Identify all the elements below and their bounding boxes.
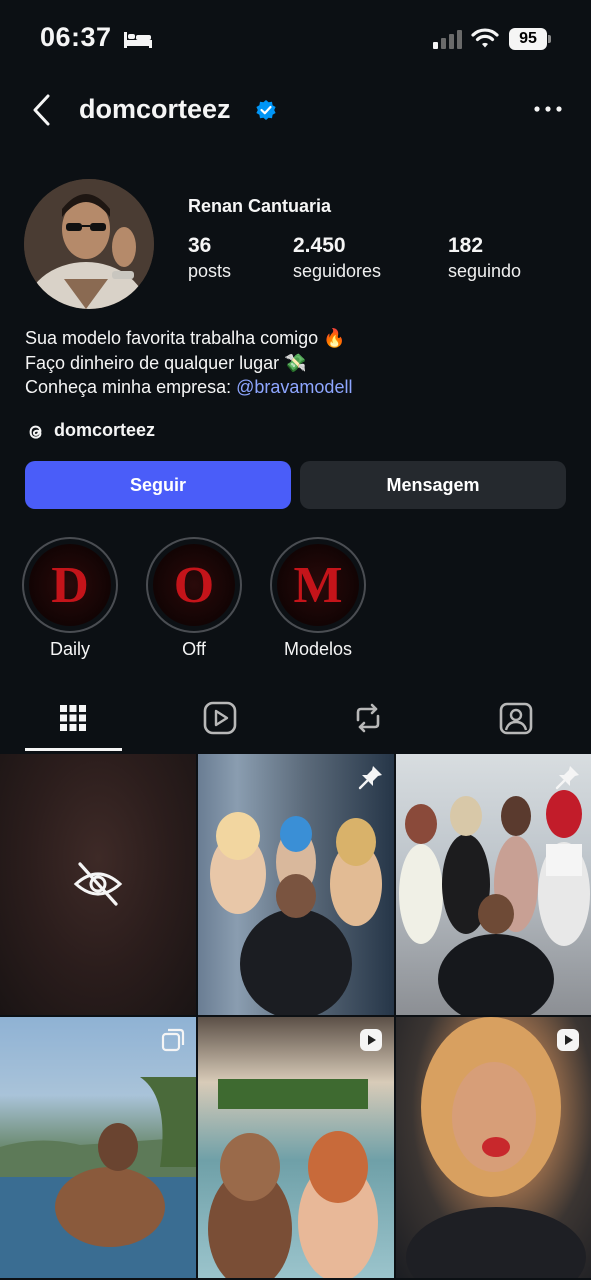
highlight-label: Modelos — [283, 639, 353, 659]
highlight-daily[interactable]: D Daily — [21, 537, 119, 660]
threads-icon — [29, 425, 42, 439]
stat-value: 36 — [188, 234, 212, 257]
wifi-icon — [471, 28, 499, 48]
stat-label: seguindo — [448, 261, 522, 281]
bio-link-prefix: Conheça minha empresa: — [25, 377, 237, 397]
verified-badge-icon — [256, 100, 276, 120]
highlight-ring: D — [22, 537, 118, 633]
highlight-ring: M — [270, 537, 366, 633]
active-tab-indicator — [25, 748, 122, 751]
stat-value: 2.450 — [293, 234, 346, 257]
back-arrow-icon[interactable] — [30, 93, 54, 127]
tagged-icon[interactable] — [498, 700, 534, 736]
highlight-label: Daily — [49, 639, 90, 659]
bio-line: Faço dinheiro de qualquer lugar 💸 — [25, 352, 307, 373]
bio-line: Conheça minha empresa: @bravamodell — [25, 375, 352, 400]
highlight-label: Off — [182, 639, 206, 659]
stat-value: 182 — [448, 234, 484, 257]
highlight-cover: O — [153, 544, 235, 626]
bed-icon — [124, 32, 152, 48]
message-button[interactable]: Mensagem — [300, 461, 566, 509]
cellular-signal-icon — [433, 30, 462, 49]
post-tile[interactable] — [396, 1017, 591, 1278]
post-tile[interactable] — [198, 754, 394, 1015]
status-time: 06:37 — [40, 22, 112, 52]
reel-icon — [557, 1029, 579, 1051]
battery-level: 95 — [509, 28, 547, 50]
threads-handle: domcorteez — [54, 420, 156, 440]
pin-icon — [555, 766, 579, 790]
posts-grid — [0, 754, 591, 1280]
pin-icon — [358, 766, 382, 790]
carousel-icon — [161, 1028, 185, 1052]
stat-label: seguidores — [293, 261, 382, 281]
post-tile-hidden[interactable] — [0, 754, 196, 1015]
reposts-icon[interactable] — [350, 700, 386, 736]
display-name: Renan Cantuaria — [188, 196, 332, 216]
profile-avatar[interactable] — [24, 179, 154, 309]
highlight-cover: M — [277, 544, 359, 626]
profile-bio: Sua modelo favorita trabalha comigo 🔥 Fa… — [25, 326, 352, 400]
stat-following[interactable]: 182 seguindo — [448, 233, 521, 283]
stat-posts[interactable]: 36 posts — [188, 233, 231, 283]
grid-icon[interactable] — [55, 700, 91, 736]
highlight-cover: D — [29, 544, 111, 626]
battery-icon: 95 — [509, 28, 551, 50]
username-title: domcorteez — [79, 94, 231, 124]
hidden-eye-icon — [73, 862, 123, 906]
follow-button[interactable]: Seguir — [25, 461, 291, 509]
highlight-modelos[interactable]: M Modelos — [269, 537, 367, 660]
stat-followers[interactable]: 2.450 seguidores — [293, 233, 381, 283]
highlight-ring: O — [146, 537, 242, 633]
bio-line: Sua modelo favorita trabalha comigo 🔥 — [25, 328, 346, 348]
profile-header: domcorteez — [0, 80, 591, 140]
post-tile[interactable] — [198, 1017, 394, 1278]
reels-icon[interactable] — [202, 700, 238, 736]
profile-tabs — [0, 690, 591, 754]
post-tile[interactable] — [396, 754, 591, 1015]
stat-label: posts — [188, 261, 232, 281]
status-bar: 06:37 95 — [0, 0, 591, 80]
highlight-off[interactable]: O Off — [145, 537, 243, 660]
bio-mention-link[interactable]: @bravamodell — [236, 377, 352, 397]
post-tile[interactable] — [0, 1017, 196, 1278]
reel-icon — [360, 1029, 382, 1051]
more-options-icon[interactable] — [532, 102, 564, 116]
